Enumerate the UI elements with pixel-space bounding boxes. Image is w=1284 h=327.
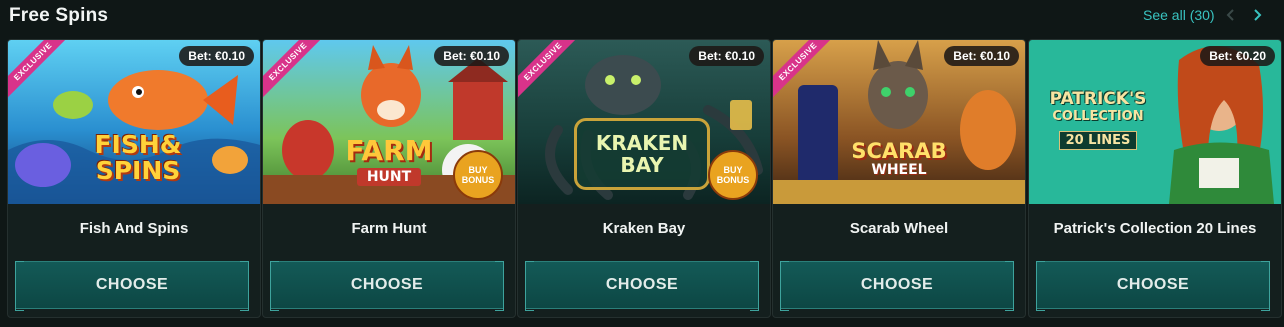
game-card-farm-hunt[interactable]: EXCLUSIVE Bet: €0.10 FARM HUNT BUY BONUS… bbox=[262, 39, 516, 318]
choose-button[interactable]: CHOOSE bbox=[780, 261, 1014, 311]
choose-button[interactable]: CHOOSE bbox=[525, 261, 759, 311]
previous-arrow-icon[interactable] bbox=[1223, 7, 1239, 23]
bet-badge: Bet: €0.10 bbox=[434, 46, 509, 66]
game-logo: SCARAB WHEEL bbox=[851, 139, 947, 178]
game-card-fish-and-spins[interactable]: EXCLUSIVE Bet: €0.10 FISH& SPINS Fish An… bbox=[7, 39, 261, 318]
game-name: Fish And Spins bbox=[79, 220, 189, 237]
game-name: Patrick's Collection 20 Lines bbox=[1053, 220, 1257, 237]
game-logo: PATRICK'S COLLECTION 20 LINES bbox=[1049, 89, 1147, 150]
see-all-link[interactable]: See all (30) bbox=[1143, 7, 1215, 23]
game-thumbnail[interactable]: Bet: €0.20 PATRICK'S COLLECTION 20 LINES bbox=[1029, 40, 1281, 204]
bet-badge: Bet: €0.20 bbox=[1200, 46, 1275, 66]
bet-badge: Bet: €0.10 bbox=[689, 46, 764, 66]
game-name: Farm Hunt bbox=[351, 220, 427, 237]
choose-button[interactable]: CHOOSE bbox=[270, 261, 504, 311]
section-title: Free Spins bbox=[9, 5, 109, 26]
game-thumbnail[interactable]: EXCLUSIVE Bet: €0.10 KRAKEN BAY BUY BONU… bbox=[518, 40, 770, 204]
next-arrow-icon[interactable] bbox=[1249, 7, 1265, 23]
buy-bonus-badge: BUY BONUS bbox=[708, 150, 758, 200]
game-card-kraken-bay[interactable]: EXCLUSIVE Bet: €0.10 KRAKEN BAY BUY BONU… bbox=[517, 39, 771, 318]
choose-button[interactable]: CHOOSE bbox=[15, 261, 249, 311]
bet-badge: Bet: €0.10 bbox=[179, 46, 254, 66]
buy-bonus-badge: BUY BONUS bbox=[453, 150, 503, 200]
game-name: Scarab Wheel bbox=[849, 220, 949, 237]
game-thumbnail[interactable]: EXCLUSIVE Bet: €0.10 FARM HUNT BUY BONUS bbox=[263, 40, 515, 204]
game-logo: FISH& SPINS bbox=[94, 130, 182, 185]
game-logo: FARM HUNT bbox=[345, 134, 433, 186]
game-thumbnail[interactable]: EXCLUSIVE Bet: €0.10 SCARAB WHEEL bbox=[773, 40, 1025, 204]
choose-button[interactable]: CHOOSE bbox=[1036, 261, 1270, 311]
game-thumbnail[interactable]: EXCLUSIVE Bet: €0.10 FISH& SPINS bbox=[8, 40, 260, 204]
section-header: Free Spins See all (30) bbox=[0, 0, 1284, 34]
game-card-scarab-wheel[interactable]: EXCLUSIVE Bet: €0.10 SCARAB WHEEL Scarab… bbox=[772, 39, 1026, 318]
game-card-patricks-collection[interactable]: Bet: €0.20 PATRICK'S COLLECTION 20 LINES… bbox=[1028, 39, 1282, 318]
game-logo: KRAKEN BAY bbox=[574, 118, 710, 190]
bet-badge: Bet: €0.10 bbox=[944, 46, 1019, 66]
game-name: Kraken Bay bbox=[602, 220, 686, 237]
